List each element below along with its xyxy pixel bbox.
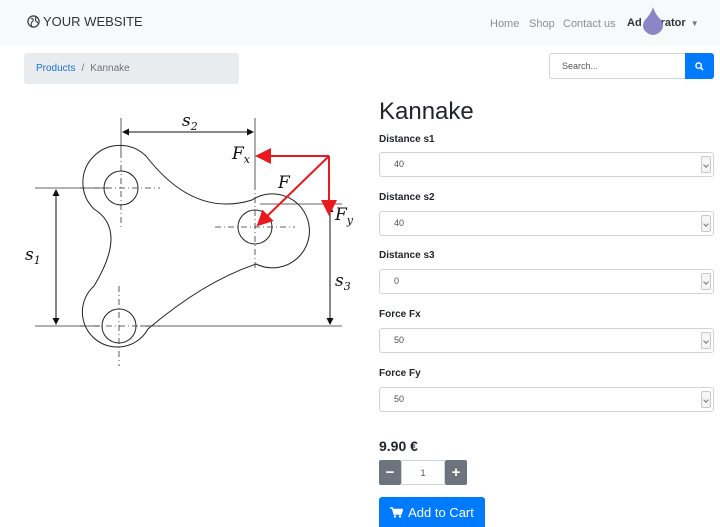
search-button[interactable] — [685, 53, 714, 79]
breadcrumb: Products / Kannake — [24, 53, 239, 84]
breadcrumb-products-link[interactable]: Products — [36, 63, 75, 74]
add-to-cart-label: Add to Cart — [408, 504, 474, 520]
select-distance-s3[interactable]: 0 — [379, 269, 714, 294]
label-distance-s2: Distance s2 — [379, 192, 435, 203]
product-title: Kannake — [379, 98, 474, 125]
breadcrumb-current: Kannake — [90, 63, 130, 74]
nav-contact-us[interactable]: Contact us — [563, 18, 616, 30]
label-f: F — [277, 173, 291, 193]
avatar — [643, 7, 663, 35]
globe-icon — [27, 15, 40, 28]
label-s3: s3 — [335, 271, 351, 293]
search-input[interactable] — [549, 53, 685, 79]
chevron-down-icon — [701, 156, 711, 173]
quantity-input[interactable] — [401, 460, 445, 485]
chevron-down-icon — [701, 391, 711, 408]
chevron-down-icon: ▼ — [690, 19, 699, 28]
search-icon — [695, 61, 704, 71]
quantity-decrement-button[interactable]: − — [379, 460, 401, 485]
select-value: 0 — [394, 276, 400, 286]
select-distance-s2[interactable]: 40 — [379, 211, 714, 236]
label-force-fx: Force Fx — [379, 309, 421, 320]
select-value: 40 — [394, 218, 405, 228]
quantity-increment-button[interactable]: + — [445, 460, 467, 485]
search-bar — [549, 53, 714, 79]
chevron-down-icon — [701, 332, 711, 349]
label-force-fy: Force Fy — [379, 368, 421, 379]
nav-shop[interactable]: Shop — [529, 18, 555, 30]
chevron-down-icon — [701, 273, 711, 290]
label-distance-s3: Distance s3 — [379, 250, 435, 261]
part-diagram: s2 s1 s3 Fx Fy F — [25, 111, 354, 366]
brand-text: YOUR WEBSITE — [43, 14, 143, 29]
product-price: 9.90 € — [379, 438, 418, 454]
navbar: YOUR WEBSITE Home Shop Contact us Ad str… — [0, 0, 720, 46]
label-s2: s2 — [182, 111, 198, 133]
select-distance-s1[interactable]: 40 — [379, 152, 714, 177]
brand-logo[interactable]: YOUR WEBSITE — [27, 14, 143, 29]
cart-icon — [390, 506, 404, 518]
add-to-cart-button[interactable]: Add to Cart — [379, 497, 485, 527]
chevron-down-icon — [701, 215, 711, 232]
label-distance-s1: Distance s1 — [379, 134, 435, 145]
label-s1: s1 — [25, 245, 41, 267]
select-value: 50 — [394, 394, 405, 404]
breadcrumb-separator: / — [81, 63, 85, 74]
select-force-fx[interactable]: 50 — [379, 328, 714, 353]
label-fx: Fx — [231, 144, 251, 166]
label-fy: Fy — [334, 205, 354, 227]
nav-home[interactable]: Home — [490, 18, 519, 30]
select-value: 40 — [394, 159, 405, 169]
select-force-fy[interactable]: 50 — [379, 387, 714, 412]
select-value: 50 — [394, 335, 405, 345]
